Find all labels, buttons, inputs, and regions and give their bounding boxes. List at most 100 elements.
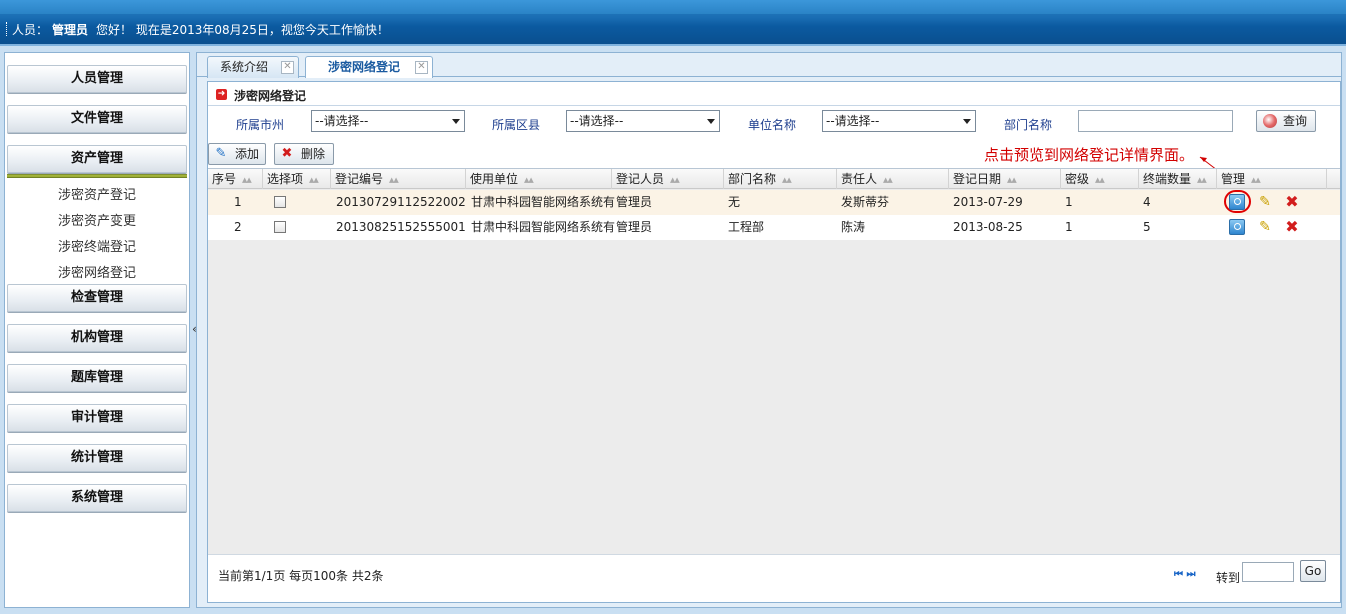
user-name: 管理员 — [52, 23, 89, 37]
active-menu-indicator — [7, 174, 187, 178]
sort-icon: ▲▲ — [1197, 176, 1207, 184]
sidebar-item-personnel[interactable]: 人员管理 — [7, 65, 187, 93]
cell-registrar: 管理员 — [616, 220, 653, 234]
cell-terminals: 4 — [1143, 195, 1151, 209]
col-header-select[interactable]: 选择项 ▲▲ — [263, 169, 331, 189]
sidebar-item-system[interactable]: 系统管理 — [7, 484, 187, 512]
cell-index: 1 — [234, 195, 242, 209]
delete-row-icon[interactable]: ✖ — [1284, 219, 1300, 235]
dept-input[interactable] — [1078, 110, 1233, 132]
grid-header: 序号 ▲▲ 选择项 ▲▲ 登记编号 ▲▲ 使用单位 ▲▲ 登记人员 ▲▲ 部门名称 ▲▲ 责… — [208, 169, 1340, 189]
delete-icon: ✖ — [281, 146, 293, 161]
chevron-down-icon — [707, 119, 715, 124]
cell-registrar: 管理员 — [616, 195, 653, 209]
cell-unit: 甘肃中科园智能网络系统有 — [471, 220, 615, 234]
row-checkbox[interactable] — [274, 221, 286, 233]
annotation-arrow-head — [1200, 157, 1207, 162]
col-header-terminals[interactable]: 终端数量 ▲▲ — [1139, 169, 1217, 189]
chevron-down-icon — [963, 119, 971, 124]
sidebar-item-assets[interactable]: 资产管理 — [7, 145, 187, 173]
sidebar-item-organization[interactable]: 机构管理 — [7, 324, 187, 352]
cell-owner: 发斯蒂芬 — [841, 195, 890, 209]
main-panel: 系统介绍 ✕ 涉密网络登记 ✕ ➜ 涉密网络登记 所属市州 --请选择-- 所属… — [196, 52, 1342, 608]
cell-terminals: 5 — [1143, 220, 1151, 234]
sidebar-item-inspection[interactable]: 检查管理 — [7, 284, 187, 312]
col-header-label: 登记人员 — [616, 172, 665, 186]
county-select[interactable]: --请选择-- — [566, 110, 720, 132]
edit-icon[interactable]: ✎ — [1257, 194, 1273, 210]
close-tab-icon[interactable]: ✕ — [281, 61, 294, 74]
sort-icon: ▲▲ — [883, 176, 893, 184]
tab-network-register[interactable]: 涉密网络登记 ✕ — [305, 56, 433, 78]
first-page-icon[interactable]: ⏮ — [1174, 569, 1183, 580]
sort-icon: ▲▲ — [1007, 176, 1017, 184]
col-header-unit[interactable]: 使用单位 ▲▲ — [466, 169, 612, 189]
last-page-icon[interactable]: ⏭ — [1186, 569, 1195, 580]
delete-row-icon[interactable]: ✖ — [1284, 194, 1300, 210]
tab-system-intro[interactable]: 系统介绍 ✕ — [207, 56, 299, 78]
sort-icon: ▲▲ — [309, 176, 319, 184]
annotation-text: 点击预览到网络登记详情界面。 — [984, 146, 1195, 164]
city-label: 所属市州 — [236, 118, 285, 132]
cell-level: 1 — [1065, 195, 1073, 209]
col-header-dept[interactable]: 部门名称 ▲▲ — [724, 169, 837, 189]
close-tab-icon[interactable]: ✕ — [415, 61, 428, 74]
section-header: ➜ 涉密网络登记 — [208, 82, 508, 106]
tab-strip: 系统介绍 ✕ 涉密网络登记 ✕ — [197, 53, 1341, 78]
city-select[interactable]: --请选择-- — [311, 110, 465, 132]
county-label: 所属区县 — [492, 118, 541, 132]
col-header-level[interactable]: 密级 ▲▲ — [1061, 169, 1139, 189]
add-icon: ✎ — [215, 146, 227, 161]
sort-icon: ▲▲ — [1251, 176, 1261, 184]
query-button[interactable]: 查询 — [1256, 110, 1316, 132]
submenu-asset-change[interactable]: 涉密资产变更 — [5, 210, 189, 229]
user-prefix: 人员： — [12, 23, 49, 37]
unit-select[interactable]: --请选择-- — [822, 110, 976, 132]
add-label: 添加 — [235, 147, 260, 161]
col-header-label: 责任人 — [841, 172, 878, 186]
col-header-date[interactable]: 登记日期 ▲▲ — [949, 169, 1061, 189]
tab-label: 系统介绍 — [220, 60, 269, 74]
submenu-terminal-register[interactable]: 涉密终端登记 — [5, 236, 189, 255]
table-row[interactable]: 1 20130729112522002 甘肃中科园智能网络系统有 管理员 无 发… — [208, 190, 1340, 215]
col-header-owner[interactable]: 责任人 ▲▲ — [837, 169, 949, 189]
chevron-down-icon — [452, 119, 460, 124]
col-header-label: 选择项 — [267, 172, 304, 186]
banner-glow — [0, 0, 1346, 14]
pager-info: 当前第1/1页 每页100条 共2条 — [218, 569, 384, 583]
submenu-network-register[interactable]: 涉密网络登记 — [5, 262, 189, 281]
col-header-index[interactable]: 序号 ▲▲ — [208, 169, 263, 189]
table-row[interactable]: 2 20130825152555001 甘肃中科园智能网络系统有 管理员 工程部… — [208, 215, 1340, 240]
section-title: 涉密网络登记 — [234, 89, 307, 103]
arrow-icon: ➜ — [216, 89, 227, 100]
pager: 当前第1/1页 每页100条 共2条 ⏮ ⏭ 转到 Go — [208, 554, 1340, 602]
view-icon[interactable] — [1229, 219, 1245, 235]
tab-label: 涉密网络登记 — [328, 60, 401, 74]
section-divider — [208, 105, 1340, 106]
unit-select-value: --请选择-- — [826, 114, 880, 128]
col-header-reg-no[interactable]: 登记编号 ▲▲ — [331, 169, 466, 189]
add-button[interactable]: ✎ 添加 — [208, 143, 266, 165]
sidebar-item-audit[interactable]: 审计管理 — [7, 404, 187, 432]
col-header-label: 管理 — [1221, 172, 1246, 186]
goto-page-input[interactable] — [1242, 562, 1294, 582]
cell-reg-no: 20130729112522002 — [336, 195, 466, 209]
sidebar-item-files[interactable]: 文件管理 — [7, 105, 187, 133]
col-header-actions[interactable]: 管理 ▲▲ — [1217, 169, 1327, 189]
col-header-label: 部门名称 — [728, 172, 777, 186]
cell-level: 1 — [1065, 220, 1073, 234]
sidebar-item-statistics[interactable]: 统计管理 — [7, 444, 187, 472]
sort-icon: ▲▲ — [524, 176, 534, 184]
sidebar-item-question-bank[interactable]: 题库管理 — [7, 364, 187, 392]
dept-label: 部门名称 — [1004, 118, 1053, 132]
cell-dept: 无 — [728, 195, 741, 209]
go-button[interactable]: Go — [1300, 560, 1326, 582]
col-header-registrar[interactable]: 登记人员 ▲▲ — [612, 169, 724, 189]
edit-icon[interactable]: ✎ — [1257, 219, 1273, 235]
view-icon[interactable] — [1229, 194, 1245, 210]
delete-button[interactable]: ✖ 删除 — [274, 143, 334, 165]
col-header-label: 终端数量 — [1143, 172, 1192, 186]
row-checkbox[interactable] — [274, 196, 286, 208]
sort-icon: ▲▲ — [782, 176, 792, 184]
submenu-asset-register[interactable]: 涉密资产登记 — [5, 184, 189, 203]
